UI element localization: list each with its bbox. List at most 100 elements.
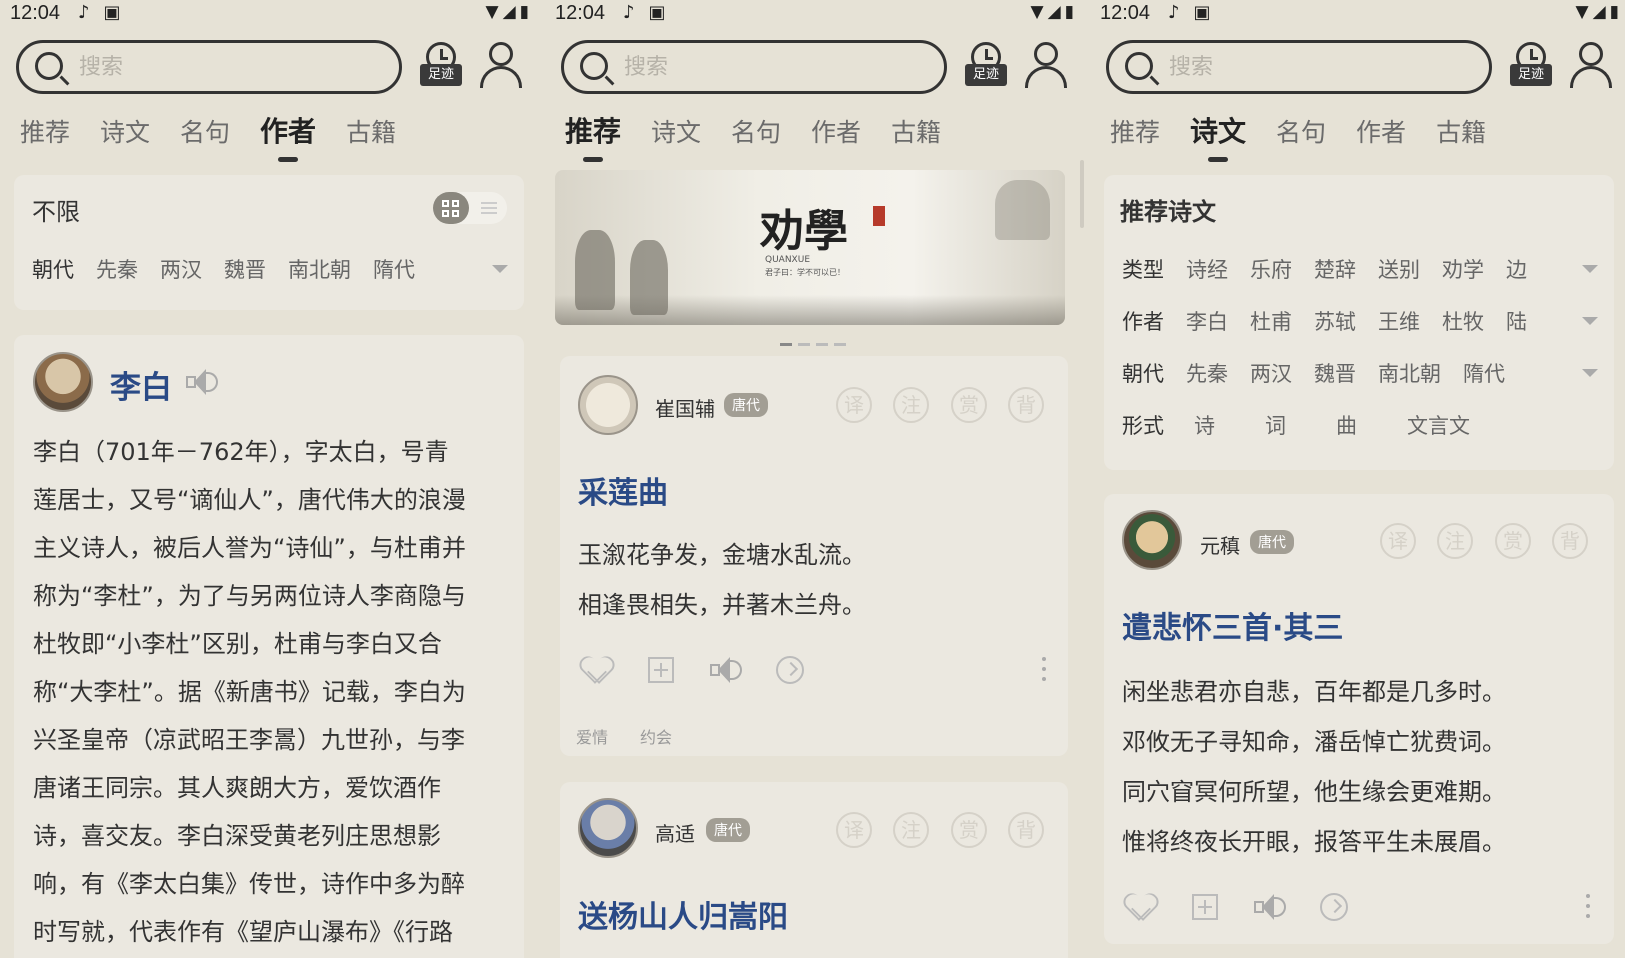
- search-input[interactable]: [624, 51, 924, 83]
- footprint-button[interactable]: 足迹: [965, 42, 1007, 92]
- footprint-button[interactable]: 足迹: [420, 42, 462, 92]
- filter-chip[interactable]: 词: [1265, 410, 1286, 440]
- filter-chip[interactable]: 隋代: [1463, 358, 1505, 388]
- filter-chip[interactable]: 劝学: [1442, 254, 1484, 284]
- filter-chip[interactable]: 边: [1506, 254, 1527, 284]
- filter-chip[interactable]: 苏轼: [1314, 306, 1356, 336]
- poet-name[interactable]: 崔国辅: [655, 393, 715, 422]
- user-button[interactable]: [1023, 42, 1069, 90]
- filter-chip[interactable]: 杜甫: [1250, 306, 1292, 336]
- recite-button[interactable]: 背: [1008, 387, 1044, 423]
- avatar[interactable]: [578, 798, 638, 858]
- tab-authors[interactable]: 作者: [1356, 113, 1406, 149]
- heart-icon[interactable]: [1126, 894, 1154, 920]
- recite-button[interactable]: 背: [1008, 812, 1044, 848]
- filter-chip[interactable]: 先秦: [1186, 358, 1228, 388]
- more-icon[interactable]: [1042, 657, 1046, 683]
- tab-quotes[interactable]: 名句: [731, 113, 781, 149]
- search-bar[interactable]: [1106, 40, 1492, 94]
- annotate-button[interactable]: 注: [893, 812, 929, 848]
- filter-chip[interactable]: 送别: [1378, 254, 1420, 284]
- user-button[interactable]: [1568, 42, 1614, 90]
- filter-chip[interactable]: 乐府: [1250, 254, 1292, 284]
- banner[interactable]: 劝學 QUANXUE 君子曰：学不可以已！: [555, 170, 1065, 325]
- filter-chip[interactable]: 王维: [1378, 306, 1420, 336]
- tab-poems[interactable]: 诗文: [651, 113, 701, 149]
- tab-quotes[interactable]: 名句: [1276, 113, 1326, 149]
- filter-chip[interactable]: 隋代: [373, 254, 415, 284]
- poet-name[interactable]: 高适: [655, 818, 695, 847]
- filter-chip[interactable]: 两汉: [1250, 358, 1292, 388]
- tab-recommend[interactable]: 推荐: [1110, 113, 1160, 149]
- filter-chip[interactable]: 楚辞: [1314, 254, 1356, 284]
- tag[interactable]: 约会: [640, 724, 672, 748]
- tab-poems[interactable]: 诗文: [1190, 110, 1246, 162]
- filter-chip[interactable]: 杜牧: [1442, 306, 1484, 336]
- recite-button[interactable]: 背: [1552, 523, 1588, 559]
- search-bar[interactable]: [561, 40, 947, 94]
- filter-chip[interactable]: 两汉: [160, 254, 202, 284]
- filter-chip[interactable]: 魏晋: [1314, 358, 1356, 388]
- play-icon[interactable]: [776, 656, 804, 684]
- poem-title[interactable]: 遣悲怀三首·其三: [1122, 603, 1343, 647]
- tab-poems[interactable]: 诗文: [100, 113, 150, 149]
- translate-button[interactable]: 译: [1380, 523, 1416, 559]
- poet-name[interactable]: 元稹: [1200, 530, 1240, 559]
- avatar[interactable]: [1122, 510, 1182, 570]
- tab-quotes[interactable]: 名句: [180, 113, 230, 149]
- tab-recommend[interactable]: 推荐: [20, 113, 70, 149]
- user-button[interactable]: [478, 42, 524, 90]
- translate-button[interactable]: 译: [836, 812, 872, 848]
- speaker-icon[interactable]: [710, 655, 744, 685]
- view-toggle[interactable]: [433, 192, 507, 224]
- chevron-down-icon[interactable]: [492, 265, 508, 273]
- more-icon[interactable]: [1586, 894, 1590, 920]
- appreciate-button[interactable]: 赏: [1495, 523, 1531, 559]
- annotate-button[interactable]: 注: [893, 387, 929, 423]
- filter-chip[interactable]: 诗: [1194, 410, 1215, 440]
- play-icon[interactable]: [1320, 893, 1348, 921]
- filter-chip[interactable]: 先秦: [96, 254, 138, 284]
- filter-chip[interactable]: 南北朝: [288, 254, 351, 284]
- chevron-down-icon[interactable]: [1582, 265, 1598, 273]
- translate-button[interactable]: 译: [836, 387, 872, 423]
- filter-title[interactable]: 不限: [32, 192, 80, 227]
- add-icon[interactable]: [648, 657, 674, 683]
- chevron-down-icon[interactable]: [1582, 317, 1598, 325]
- author-name[interactable]: 李白: [110, 362, 172, 407]
- scrollbar[interactable]: [1080, 160, 1084, 228]
- grid-view-icon[interactable]: [433, 192, 469, 224]
- heart-icon[interactable]: [582, 657, 610, 683]
- chevron-down-icon[interactable]: [1582, 369, 1598, 377]
- tab-authors[interactable]: 作者: [811, 113, 861, 149]
- filter-chip[interactable]: 李白: [1186, 306, 1228, 336]
- poem-title[interactable]: 采莲曲: [578, 468, 668, 512]
- search-bar[interactable]: [16, 40, 402, 94]
- filter-chip[interactable]: 曲: [1336, 410, 1357, 440]
- appreciate-button[interactable]: 赏: [951, 387, 987, 423]
- speaker-icon[interactable]: [1254, 892, 1288, 922]
- tab-recommend[interactable]: 推荐: [565, 110, 621, 162]
- filter-chip[interactable]: 诗经: [1186, 254, 1228, 284]
- tag[interactable]: 爱情: [576, 724, 608, 748]
- add-icon[interactable]: [1192, 894, 1218, 920]
- search-input[interactable]: [79, 51, 379, 83]
- avatar[interactable]: [578, 375, 638, 435]
- annotate-button[interactable]: 注: [1437, 523, 1473, 559]
- list-view-icon[interactable]: [481, 202, 497, 214]
- filter-chip[interactable]: 南北朝: [1378, 358, 1441, 388]
- appreciate-button[interactable]: 赏: [951, 812, 987, 848]
- tab-authors[interactable]: 作者: [260, 110, 316, 162]
- tab-classics[interactable]: 古籍: [1436, 113, 1486, 149]
- tab-classics[interactable]: 古籍: [346, 113, 396, 149]
- filter-title: 推荐诗文: [1120, 198, 1216, 226]
- filter-chip[interactable]: 魏晋: [224, 254, 266, 284]
- poem-title[interactable]: 送杨山人归嵩阳: [578, 892, 788, 936]
- search-input[interactable]: [1169, 51, 1469, 83]
- speaker-icon[interactable]: [186, 367, 220, 397]
- filter-chip[interactable]: 陆: [1506, 306, 1527, 336]
- filter-chip[interactable]: 文言文: [1407, 410, 1470, 440]
- tab-classics[interactable]: 古籍: [891, 113, 941, 149]
- footprint-button[interactable]: 足迹: [1510, 42, 1552, 92]
- avatar[interactable]: [33, 352, 93, 412]
